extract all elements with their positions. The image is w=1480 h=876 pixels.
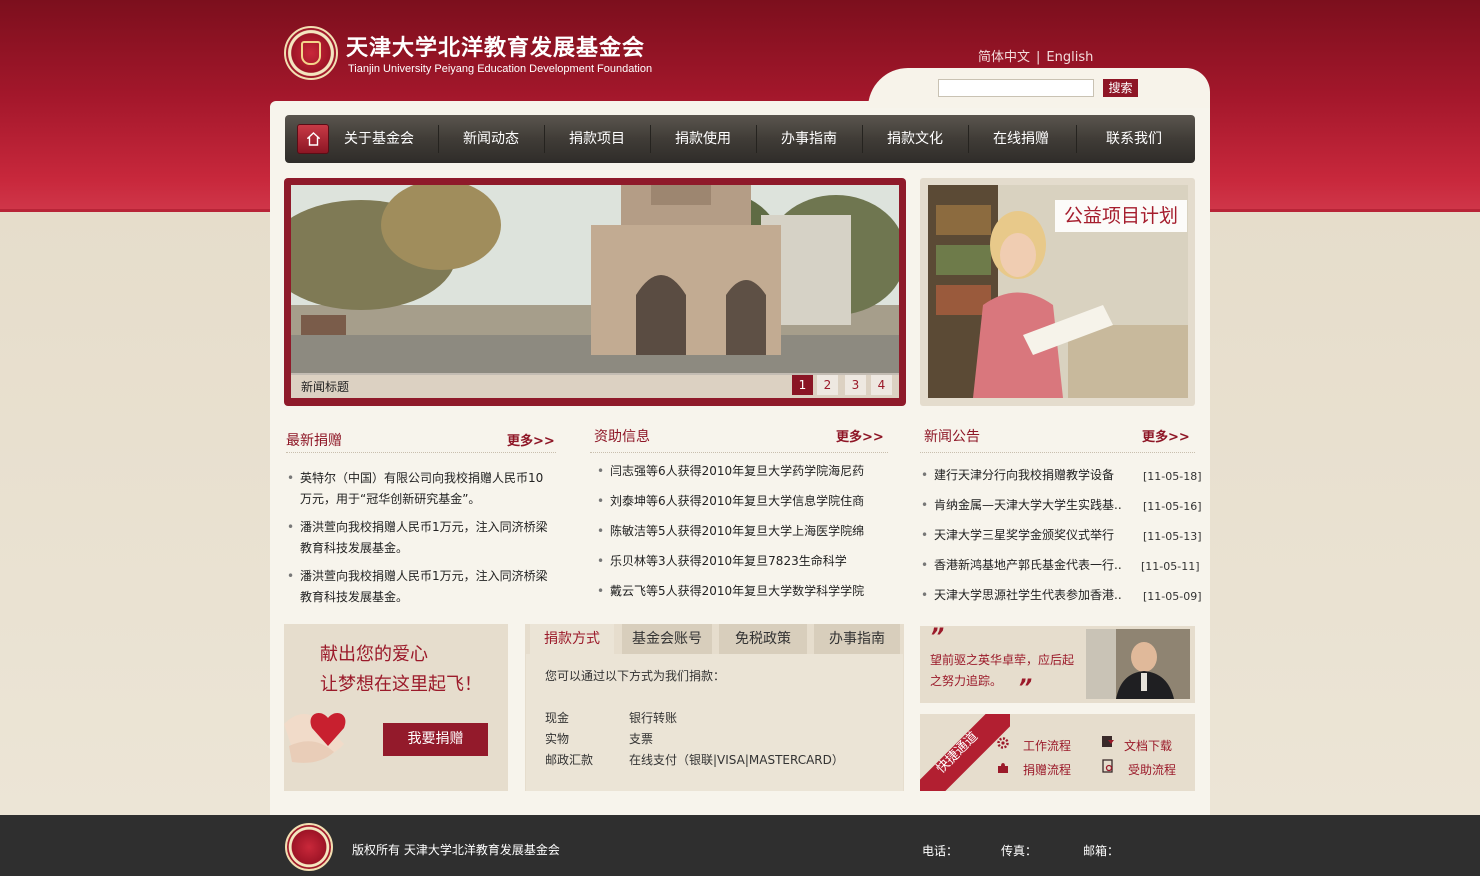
method-key: 邮政汇款 (545, 753, 594, 767)
nav-item-online-donate[interactable]: 在线捐赠 (980, 115, 1062, 163)
site-subtitle: Tianjin University Peiyang Education Dev… (348, 63, 653, 75)
funding-item[interactable]: 闫志强等6人获得2010年复旦大学药学院海尼药 (597, 461, 864, 482)
footer-fax: 传真： (1001, 844, 1038, 858)
news-date: [11-05-16] (1143, 500, 1202, 513)
nav-item-about[interactable]: 关于基金会 (336, 115, 422, 163)
nav-divider (1076, 125, 1077, 153)
donation-item[interactable]: 英特尔（中国）有限公司向我校捐赠人民币10万元，用于“冠华创新研究基金”。 (287, 468, 550, 510)
nav-item-guide[interactable]: 办事指南 (768, 115, 850, 163)
language-switcher: 简体中文 | English (978, 46, 1093, 65)
lang-chinese-link[interactable]: 简体中文 (978, 50, 1030, 65)
tab-donation-methods[interactable]: 捐款方式 (530, 624, 614, 654)
nav-item-news[interactable]: 新闻动态 (450, 115, 532, 163)
search-input[interactable] (938, 79, 1094, 97)
method-key: 实物 (545, 732, 570, 746)
quote-text: 望前驱之英华卓荦，应后起之努力追踪。 (930, 653, 1075, 688)
campus-gate-photo (291, 185, 899, 398)
site-title: 天津大学北洋教育发展基金会 (346, 36, 646, 61)
tab-tax-policy[interactable]: 免税政策 (719, 624, 807, 654)
quick-link-downloads[interactable]: 文档下载 (1124, 737, 1172, 754)
footer-email: 邮箱： (1083, 844, 1120, 858)
method-value: 银行转账 (629, 711, 678, 725)
document-download-icon (1102, 736, 1114, 747)
gear-icon (997, 737, 1009, 749)
divider (286, 452, 556, 453)
funding-item[interactable]: 刘泰坤等6人获得2010年复旦大学信息学院住商 (597, 491, 864, 512)
funding-info-title: 资助信息 (594, 429, 650, 445)
slider-page-2[interactable]: 2 (817, 375, 838, 395)
footer-logo (285, 823, 333, 871)
heart-in-hands-icon (284, 713, 346, 763)
divider (590, 452, 888, 453)
funding-item[interactable]: 乐贝林等3人获得2010年复旦7823生命科学 (597, 551, 847, 572)
slider-page-1[interactable]: 1 (792, 375, 813, 395)
nav-item-culture[interactable]: 捐款文化 (874, 115, 956, 163)
nav-divider (544, 125, 545, 153)
news-date: [11-05-13] (1143, 530, 1202, 543)
news-title: 新闻公告 (924, 429, 980, 445)
nav-divider (438, 125, 439, 153)
lang-separator: | (1036, 50, 1041, 65)
funding-item[interactable]: 陈敏洁等5人获得2010年复旦大学上海医学院绵 (597, 521, 864, 542)
news-date: [11-05-09] (1143, 590, 1202, 603)
donate-slogan-line2: 让梦想在这里起飞！ (320, 674, 482, 695)
footer-copyright: 版权所有 天津大学北洋教育发展基金会 (352, 843, 560, 857)
news-date: [11-05-18] (1143, 470, 1202, 483)
slider-page-3[interactable]: 3 (845, 375, 866, 395)
footer-phone: 电话： (922, 844, 959, 858)
method-value: 在线支付（银联|VISA|MASTERCARD） (629, 753, 844, 767)
quick-links-ribbon: 快捷通道 (920, 714, 1010, 791)
news-slider-image[interactable] (291, 185, 899, 398)
slider-caption[interactable]: 新闻标题 (301, 378, 349, 395)
nav-item-projects[interactable]: 捐款项目 (556, 115, 638, 163)
quote-close-mark: ” (1018, 676, 1033, 701)
slider-page-4[interactable]: 4 (871, 375, 892, 395)
news-date: [11-05-11] (1141, 560, 1200, 573)
method-value: 支票 (629, 732, 654, 746)
news-item[interactable]: 香港新鸿基地产郭氏基金代表一行.. (921, 555, 1122, 576)
latest-donations-title: 最新捐赠 (286, 433, 342, 449)
news-item[interactable]: 天津大学三星奖学金颁奖仪式举行 (921, 525, 1114, 546)
quick-link-aid-process[interactable]: 受助流程 (1128, 761, 1176, 778)
nav-item-usage[interactable]: 捐款使用 (662, 115, 744, 163)
nav-divider (650, 125, 651, 153)
quick-link-donation-process[interactable]: 捐赠流程 (1023, 761, 1071, 778)
donate-slogan-line1: 献出您的爱心 (320, 644, 428, 665)
quote-open-mark: ” (930, 625, 945, 650)
nav-item-contact[interactable]: 联系我们 (1092, 115, 1176, 163)
tab-intro: 您可以通过以下方式为我们捐款： (545, 669, 726, 683)
promo-label[interactable]: 公益项目计划 (1055, 200, 1187, 232)
tab-foundation-account[interactable]: 基金会账号 (622, 624, 712, 654)
news-item[interactable]: 建行天津分行向我校捐赠教学设备 (921, 465, 1114, 486)
news-item[interactable]: 肯纳金属—天津大学大学生实践基.. (921, 495, 1122, 516)
funding-item[interactable]: 戴云飞等5人获得2010年复旦大学数学科学学院 (597, 581, 864, 602)
lang-english-link[interactable]: English (1046, 50, 1093, 65)
news-more-link[interactable]: 更多>> (1142, 426, 1190, 445)
method-key: 现金 (545, 711, 570, 725)
home-icon (307, 132, 320, 146)
nav-divider (756, 125, 757, 153)
donation-item[interactable]: 潘洪萱向我校捐赠人民币1万元，注入同济桥梁教育科技发展基金。 (287, 517, 550, 559)
donate-now-button[interactable]: 我要捐赠 (383, 723, 488, 756)
file-search-icon (1102, 759, 1113, 773)
funding-info-more-link[interactable]: 更多>> (836, 426, 884, 445)
nav-divider (968, 125, 969, 153)
donation-item[interactable]: 潘洪萱向我校捐赠人民币1万元，注入同济桥梁教育科技发展基金。 (287, 566, 550, 608)
divider (920, 452, 1195, 453)
news-item[interactable]: 天津大学思源社学生代表参加香港.. (921, 585, 1122, 606)
puzzle-icon (998, 763, 1008, 773)
foundation-logo[interactable] (284, 26, 338, 80)
president-photo (1086, 629, 1190, 699)
footer (0, 815, 1480, 876)
nav-divider (862, 125, 863, 153)
quick-link-workflow[interactable]: 工作流程 (1023, 737, 1071, 754)
home-button[interactable] (297, 124, 329, 154)
latest-donations-more-link[interactable]: 更多>> (507, 430, 555, 449)
tab-guide[interactable]: 办事指南 (814, 624, 900, 654)
search-button[interactable]: 搜索 (1103, 79, 1138, 97)
